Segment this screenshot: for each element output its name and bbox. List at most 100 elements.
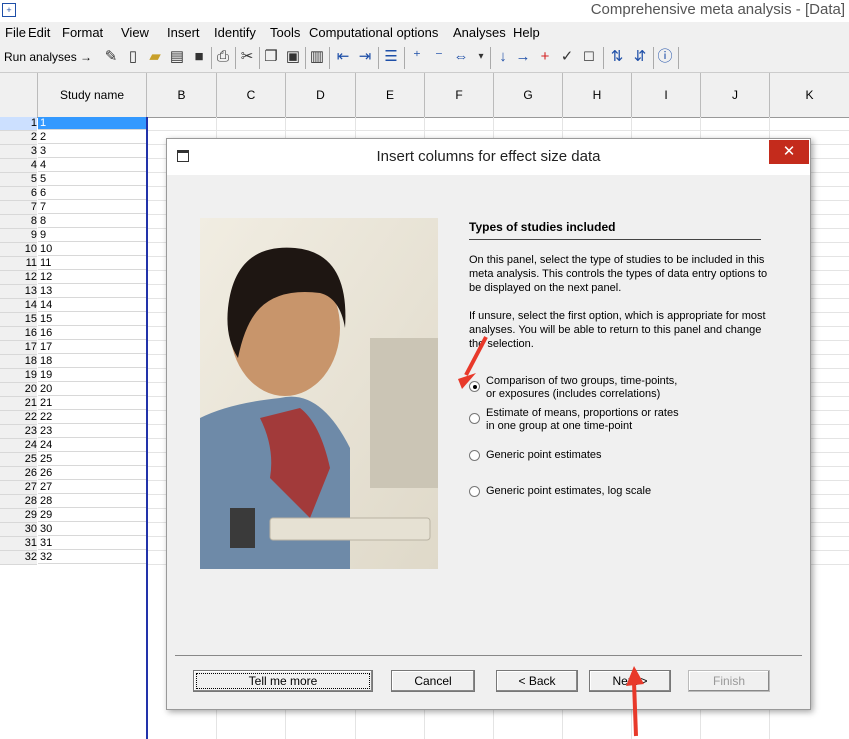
study-name-cell[interactable]: 15 — [38, 313, 146, 326]
column-width-icon[interactable]: ⇔ — [452, 48, 470, 66]
sort-descending-icon[interactable]: ⇵ — [631, 48, 649, 66]
row-number[interactable]: 3 — [0, 145, 37, 159]
menu-identify[interactable]: Identify — [214, 25, 256, 40]
cut-icon[interactable]: ✂ — [238, 48, 256, 66]
row-number[interactable]: 2 — [0, 131, 37, 145]
row-number[interactable]: 25 — [0, 453, 37, 467]
decrease-decimals-icon[interactable]: ⁻ — [430, 48, 448, 66]
row-number[interactable]: 23 — [0, 425, 37, 439]
print-icon[interactable]: ⎙ — [214, 48, 232, 66]
menu-file[interactable]: File — [5, 25, 26, 40]
run-analyses-button[interactable]: Run analyses → — [4, 50, 92, 64]
row-number[interactable]: 13 — [0, 285, 37, 299]
menu-help[interactable]: Help — [513, 25, 540, 40]
tell-me-more-button[interactable]: Tell me more — [193, 670, 373, 692]
row-number[interactable]: 6 — [0, 187, 37, 201]
column-header-i[interactable]: I — [632, 73, 701, 117]
row-number[interactable]: 32 — [0, 551, 37, 565]
row-number[interactable]: 29 — [0, 509, 37, 523]
row-number[interactable]: 27 — [0, 481, 37, 495]
study-name-cell[interactable]: 30 — [38, 523, 146, 536]
menu-edit[interactable]: Edit — [28, 25, 50, 40]
copy-icon[interactable]: ❐ — [262, 48, 280, 66]
row-number[interactable]: 19 — [0, 369, 37, 383]
row-number[interactable]: 8 — [0, 215, 37, 229]
app-icon[interactable]: + — [2, 3, 16, 17]
menu-tools[interactable]: Tools — [270, 25, 300, 40]
study-name-cell[interactable]: 25 — [38, 453, 146, 466]
option-generic-point-estimates[interactable]: Generic point estimates — [469, 449, 769, 463]
open-folder-icon[interactable]: ▰ — [146, 48, 164, 66]
new-file-icon[interactable]: ▯ — [124, 48, 142, 66]
open-data-icon[interactable]: ▤ — [168, 48, 186, 66]
study-name-cell[interactable]: 9 — [38, 229, 146, 242]
sort-ascending-icon[interactable]: ⇅ — [608, 48, 626, 66]
radio-unselected[interactable] — [469, 450, 480, 461]
arrow-down-icon[interactable]: ↓ — [494, 48, 512, 66]
save-icon[interactable]: ■ — [190, 48, 208, 66]
plus-icon[interactable]: + — [536, 48, 554, 66]
study-name-cell[interactable]: 8 — [38, 215, 146, 228]
row-number[interactable]: 15 — [0, 313, 37, 327]
dropdown-arrow-icon[interactable]: ▾ — [472, 48, 490, 66]
indent-left-icon[interactable]: ⇤ — [334, 48, 352, 66]
study-name-cell[interactable]: 28 — [38, 495, 146, 508]
back-button[interactable]: < Back — [496, 670, 578, 692]
info-icon[interactable]: ⓘ — [656, 48, 674, 66]
study-name-cell[interactable]: 26 — [38, 467, 146, 480]
study-name-cell[interactable]: 23 — [38, 425, 146, 438]
list-icon[interactable]: ☰ — [382, 48, 400, 66]
row-number[interactable]: 5 — [0, 173, 37, 187]
pin-icon[interactable]: ✎ — [102, 48, 120, 66]
menu-computational-options[interactable]: Computational options — [309, 25, 438, 40]
study-name-cell[interactable]: 21 — [38, 397, 146, 410]
menu-insert[interactable]: Insert — [167, 25, 200, 40]
study-name-cell[interactable]: 29 — [38, 509, 146, 522]
row-number[interactable]: 4 — [0, 159, 37, 173]
increase-decimals-icon[interactable]: ⁺ — [408, 48, 426, 66]
row-number[interactable]: 20 — [0, 383, 37, 397]
study-name-cell[interactable]: 10 — [38, 243, 146, 256]
study-name-cell[interactable]: 12 — [38, 271, 146, 284]
option-one-group[interactable]: Estimate of means, proportions or rates … — [469, 407, 769, 435]
column-header-f[interactable]: F — [425, 73, 494, 117]
study-name-cell[interactable]: 3 — [38, 145, 146, 158]
column-header-c[interactable]: C — [217, 73, 286, 117]
study-name-cell[interactable]: 20 — [38, 383, 146, 396]
column-header-g[interactable]: G — [494, 73, 563, 117]
column-header-k[interactable]: K — [770, 73, 849, 117]
row-number[interactable]: 10 — [0, 243, 37, 257]
column-header-j[interactable]: J — [701, 73, 770, 117]
study-name-cell[interactable]: 22 — [38, 411, 146, 424]
study-name-cell[interactable]: 17 — [38, 341, 146, 354]
row-number[interactable]: 11 — [0, 257, 37, 271]
study-name-cell[interactable]: 13 — [38, 285, 146, 298]
paste-icon[interactable]: ▣ — [284, 48, 302, 66]
column-header-study-name[interactable]: Study name — [38, 73, 147, 117]
row-number[interactable]: 28 — [0, 495, 37, 509]
study-name-cell[interactable]: 14 — [38, 299, 146, 312]
menu-format[interactable]: Format — [62, 25, 103, 40]
corner-cell[interactable] — [0, 73, 38, 117]
column-header-d[interactable]: D — [286, 73, 356, 117]
row-number[interactable]: 14 — [0, 299, 37, 313]
row-number[interactable]: 18 — [0, 355, 37, 369]
row-number[interactable]: 21 — [0, 397, 37, 411]
study-name-cell[interactable]: 7 — [38, 201, 146, 214]
study-name-cell[interactable]: 19 — [38, 369, 146, 382]
row-number[interactable]: 30 — [0, 523, 37, 537]
menu-view[interactable]: View — [121, 25, 149, 40]
close-button[interactable]: ✕ — [769, 140, 809, 164]
study-name-cell[interactable]: 11 — [38, 257, 146, 270]
cancel-button[interactable]: Cancel — [391, 670, 475, 692]
study-name-cell[interactable]: 16 — [38, 327, 146, 340]
study-name-cell[interactable]: 31 — [38, 537, 146, 550]
study-name-cell[interactable]: 6 — [38, 187, 146, 200]
study-name-cell[interactable]: 18 — [38, 355, 146, 368]
arrow-right-icon[interactable]: → — [514, 48, 532, 66]
indent-right-icon[interactable]: ⇥ — [356, 48, 374, 66]
row-number[interactable]: 24 — [0, 439, 37, 453]
check-icon[interactable]: ✓ — [558, 48, 576, 66]
study-name-cell[interactable]: 32 — [38, 551, 146, 564]
column-header-e[interactable]: E — [356, 73, 425, 117]
